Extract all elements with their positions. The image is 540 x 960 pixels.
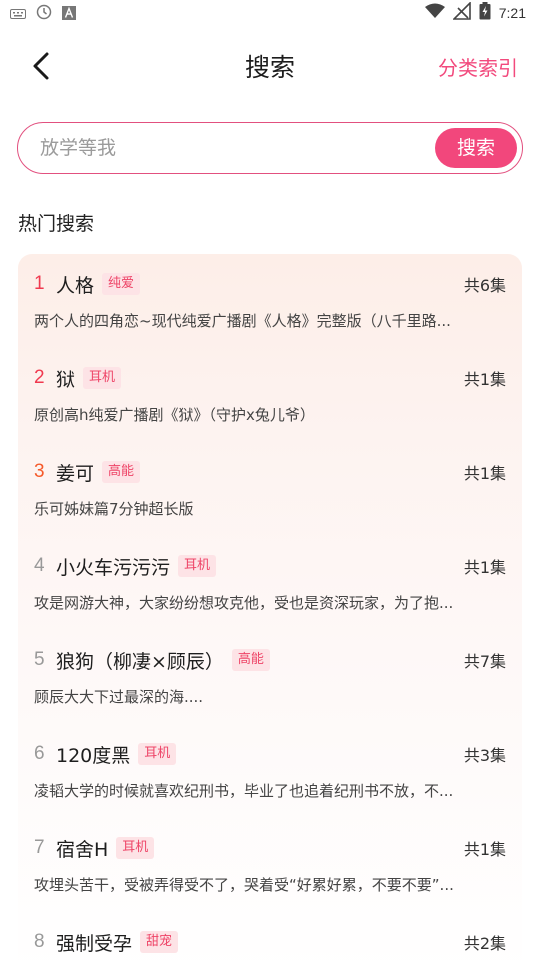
list-item[interactable]: 6 120度黑 耳机 共3集 凌韬大学的时候就喜欢纪刑书，毕业了也追着纪刑书不放…	[18, 724, 522, 818]
item-title: 姜可	[56, 462, 95, 485]
rank-number: 1	[34, 273, 45, 294]
hot-search-list: 1 人格 纯爱 共6集 两个人的四角恋~现代纯爱广播剧《人格》完整版（八千里路.…	[18, 254, 522, 960]
item-description: 乐可姊妹篇7分钟超长版	[34, 500, 194, 518]
item-description: 顾辰大大下过最深的海....	[34, 688, 204, 706]
item-description: 攻是网游大神，大家纷纷想攻克他，受也是资深玩家，为了抱...	[34, 594, 454, 612]
rank-number: 6	[34, 743, 45, 764]
list-item[interactable]: 5 狼狗（柳凄×顾辰） 高能 共7集 顾辰大大下过最深的海....	[18, 630, 522, 724]
episode-count: 共6集	[463, 276, 506, 295]
rank-number: 5	[34, 649, 45, 670]
list-item[interactable]: 2 狱 耳机 共1集 原创高h纯爱广播剧《狱》（守护x兔儿爷）	[18, 348, 522, 442]
wifi-icon	[424, 3, 445, 23]
list-item[interactable]: 1 人格 纯爱 共6集 两个人的四角恋~现代纯爱广播剧《人格》完整版（八千里路.…	[18, 254, 522, 348]
genre-tag: 高能	[102, 461, 141, 483]
genre-tag: 耳机	[83, 367, 122, 389]
episode-count: 共1集	[463, 558, 506, 577]
clock-icon	[36, 4, 52, 24]
list-item[interactable]: 4 小火车污污污 耳机 共1集 攻是网游大神，大家纷纷想攻克他，受也是资深玩家，…	[18, 536, 522, 630]
genre-tag: 纯爱	[102, 273, 141, 295]
rank-number: 3	[34, 461, 45, 482]
rank-number: 8	[34, 931, 45, 952]
rank-number: 4	[34, 555, 45, 576]
episode-count: 共1集	[463, 840, 506, 859]
item-description: 攻埋头苦干，受被弄得受不了，哭着受“好累好累，不要不要”...	[34, 876, 454, 894]
status-right-icons: 7:21	[424, 1, 526, 24]
text-a-icon	[62, 5, 76, 24]
genre-tag: 高能	[231, 649, 270, 671]
list-item[interactable]: 8 强制受孕 甜宠 共2集	[18, 912, 522, 960]
status-bar: 7:21	[0, 0, 540, 26]
item-description: 原创高h纯爱广播剧《狱》（守护x兔儿爷）	[34, 406, 315, 424]
item-title: 宿舍H	[56, 838, 109, 861]
rank-number: 7	[34, 837, 45, 858]
battery-charging-icon	[479, 2, 491, 24]
episode-count: 共2集	[463, 934, 506, 953]
search-button[interactable]: 搜索	[435, 128, 517, 168]
search-input[interactable]	[40, 133, 420, 163]
item-title: 人格	[56, 274, 95, 297]
list-item[interactable]: 3 姜可 高能 共1集 乐可姊妹篇7分钟超长版	[18, 442, 522, 536]
hot-search-heading: 热门搜索	[18, 213, 95, 235]
item-description: 凌韬大学的时候就喜欢纪刑书，毕业了也追着纪刑书不放，不...	[34, 782, 454, 800]
item-title: 强制受孕	[56, 932, 133, 955]
item-title: 120度黑	[56, 744, 131, 767]
item-description: 两个人的四角恋~现代纯爱广播剧《人格》完整版（八千里路...	[34, 312, 451, 330]
item-title: 小火车污污污	[56, 556, 171, 579]
keyboard-icon	[10, 5, 26, 24]
episode-count: 共1集	[463, 464, 506, 483]
header: 搜索 分类索引	[0, 38, 540, 94]
episode-count: 共7集	[463, 652, 506, 671]
status-time: 7:21	[498, 5, 526, 21]
genre-tag: 甜宠	[140, 931, 179, 953]
genre-tag: 耳机	[116, 837, 155, 859]
category-index-link[interactable]: 分类索引	[438, 52, 518, 81]
status-left-icons	[10, 4, 76, 24]
item-title: 狱	[56, 368, 76, 391]
list-item[interactable]: 7 宿舍H 耳机 共1集 攻埋头苦干，受被弄得受不了，哭着受“好累好累，不要不要…	[18, 818, 522, 912]
genre-tag: 耳机	[138, 743, 177, 765]
search-bar: 搜索	[17, 122, 523, 174]
no-signal-icon	[451, 1, 471, 24]
episode-count: 共1集	[463, 370, 506, 389]
episode-count: 共3集	[463, 746, 506, 765]
rank-number: 2	[34, 367, 45, 388]
genre-tag: 耳机	[178, 555, 217, 577]
item-title: 狼狗（柳凄×顾辰）	[56, 650, 224, 673]
